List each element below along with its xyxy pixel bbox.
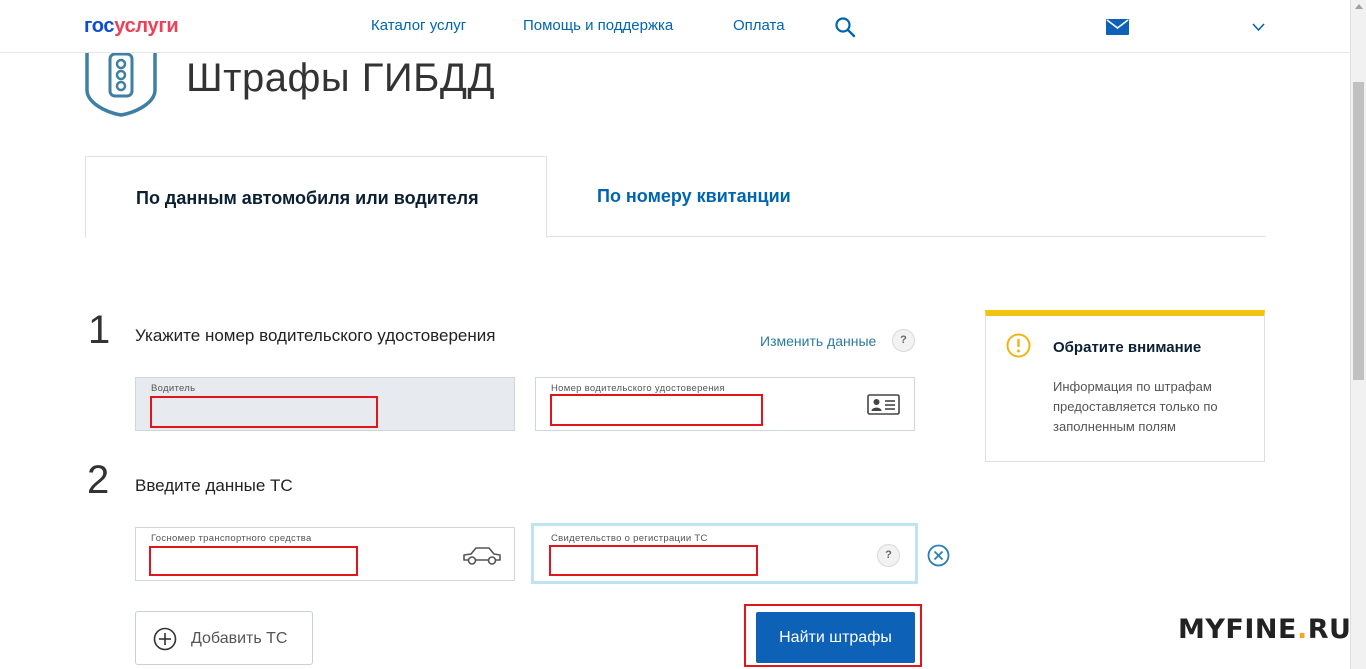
page-title: Штрафы ГИБДД (186, 56, 496, 100)
notice-title: Обратите внимание (1053, 339, 1202, 356)
watermark: MYFINE.RU (1178, 614, 1351, 645)
step-1-label: Укажите номер водительского удостоверени… (135, 326, 496, 345)
notice-panel: Обратите внимание Информация по штрафам … (985, 310, 1265, 462)
highlight-box (550, 394, 763, 426)
watermark-left: MYFINE (1178, 614, 1297, 645)
traffic-light-icon (85, 46, 157, 117)
change-data-link[interactable]: Изменить данные (760, 333, 876, 349)
plus-icon (153, 627, 177, 651)
find-fines-button[interactable]: Найти штрафы (756, 612, 915, 663)
page: госуслуги Каталог услуг Помощь и поддерж… (0, 0, 1366, 669)
watermark-right: RU (1307, 614, 1352, 645)
warning-icon (1006, 333, 1031, 358)
chevron-down-icon[interactable] (1252, 23, 1265, 32)
notice-text: Информация по штрафам предоставляется то… (1053, 379, 1218, 434)
scroll-up-arrow[interactable] (1355, 4, 1363, 9)
help-icon[interactable]: ? (892, 329, 915, 352)
tab-by-receipt[interactable]: По номеру квитанции (597, 186, 791, 207)
cert-field-label: Свидетельство о регистрации ТС (551, 533, 708, 544)
scrollbar[interactable] (1350, 0, 1366, 669)
highlight-box (149, 546, 358, 576)
search-icon[interactable] (834, 16, 856, 38)
nav-catalog[interactable]: Каталог услуг (371, 17, 466, 34)
car-icon (463, 547, 501, 565)
scroll-thumb[interactable] (1353, 82, 1364, 380)
step-2-label: Введите данные ТС (135, 476, 293, 495)
help-icon[interactable]: ? (877, 544, 900, 567)
top-header: госуслуги Каталог услуг Помощь и поддерж… (0, 0, 1350, 53)
add-vehicle-label: Добавить ТС (191, 630, 288, 647)
license-field-label: Номер водительского удостоверения (551, 383, 725, 394)
tab-divider (547, 236, 1266, 237)
add-vehicle-button[interactable]: Добавить ТС (135, 611, 313, 665)
logo-part1: гос (84, 15, 115, 37)
nav-help[interactable]: Помощь и поддержка (523, 17, 673, 34)
highlight-box (150, 396, 378, 428)
step-1-number: 1 (88, 308, 111, 352)
tab-active-label: По данным автомобиля или водителя (136, 188, 479, 208)
clear-icon[interactable] (927, 544, 950, 567)
nav-payment[interactable]: Оплата (733, 17, 785, 34)
tab-by-vehicle-driver[interactable]: По данным автомобиля или водителя (85, 156, 547, 238)
watermark-dot: . (1296, 614, 1308, 645)
id-card-icon (867, 394, 900, 415)
logo-part2: услуги (114, 15, 179, 37)
mail-icon[interactable] (1106, 19, 1129, 35)
highlight-box (549, 545, 758, 576)
gosuslugi-logo[interactable]: госуслуги (84, 15, 179, 38)
driver-field-label: Водитель (151, 383, 196, 394)
step-2-number: 2 (87, 458, 110, 502)
plate-field-label: Госномер транспортного средства (151, 533, 312, 544)
